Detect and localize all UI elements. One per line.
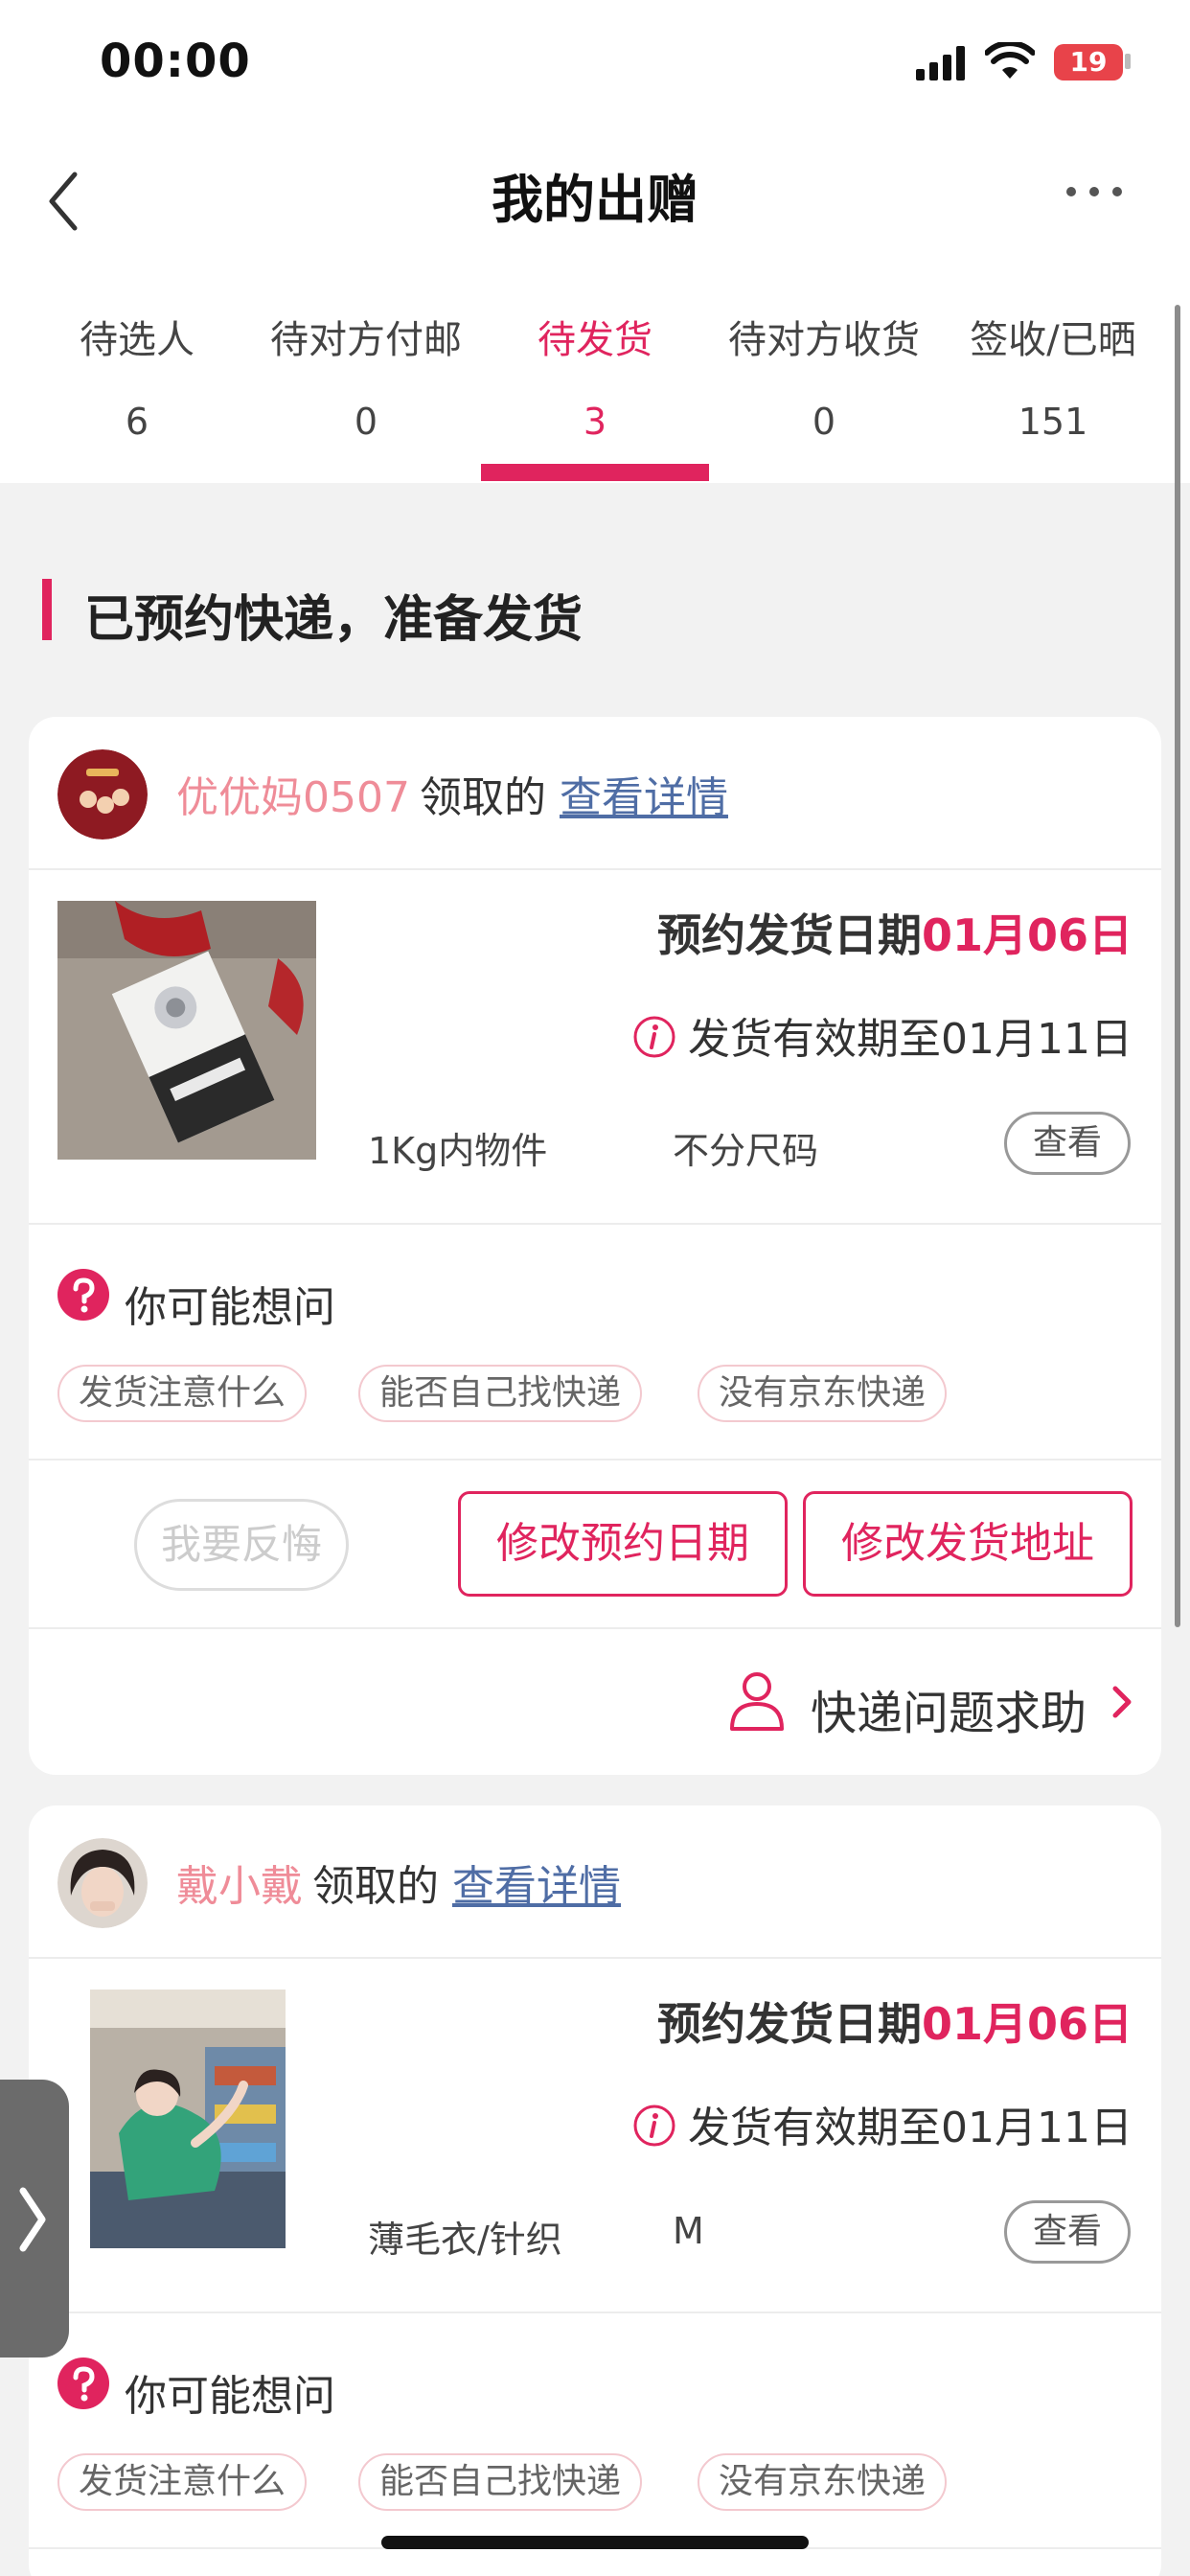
claim-info: 优优妈0507 领取的 查看详情 <box>176 763 728 824</box>
modify-address-button[interactable]: 修改发货地址 <box>803 1491 1133 1597</box>
tab-count: 0 <box>354 401 378 443</box>
order-card-body: 预约发货日期01月06日 发货有效期至01月11日 薄毛衣/针织 M 查看 <box>29 1959 1161 2313</box>
tab-label: 待选人 <box>80 318 195 362</box>
tab-pending-postage[interactable]: 待对方付邮 0 <box>252 288 480 483</box>
validity-line: 发货有效期至01月11日 <box>632 1004 1133 1066</box>
date-label: 预约发货日期 <box>656 1998 922 2050</box>
tab-count: 3 <box>583 401 607 443</box>
side-expand-handle[interactable] <box>0 2080 69 2358</box>
item-image[interactable] <box>90 1990 286 2248</box>
shipping-help-row[interactable]: 快递问题求助 <box>29 1629 1161 1771</box>
view-details-link[interactable]: 查看详情 <box>452 1862 621 1911</box>
claimer-name[interactable]: 戴小戴 <box>176 1862 303 1911</box>
view-details-link[interactable]: 查看详情 <box>560 773 728 822</box>
regret-button[interactable]: 我要反悔 <box>134 1499 349 1591</box>
tab-received[interactable]: 签收/已晒 151 <box>939 288 1167 483</box>
tab-count: 151 <box>1018 401 1088 443</box>
view-button[interactable]: 查看 <box>1004 1112 1131 1175</box>
faq-section: 你可能想问 发货注意什么 能否自己找快递 没有京东快递 <box>29 2313 1161 2549</box>
claimed-suffix: 领取的 <box>312 1862 439 1911</box>
avatar[interactable] <box>57 1838 148 1928</box>
tab-count: 6 <box>125 401 149 443</box>
faq-chip[interactable]: 没有京东快递 <box>698 2453 948 2511</box>
battery-tip <box>1125 54 1131 69</box>
faq-title: 你可能想问 <box>125 2372 335 2421</box>
faq-chip[interactable]: 能否自己找快递 <box>358 1365 643 1422</box>
order-card: 戴小戴 领取的 查看详情 预约发货日期01月06日 发货有效期至01月11日 薄… <box>29 1806 1161 2576</box>
section-accent-bar <box>42 579 52 640</box>
view-button[interactable]: 查看 <box>1004 2200 1131 2264</box>
item-size: 不分尺码 <box>673 1130 819 1172</box>
status-bar: 00:00 19 <box>0 0 1190 134</box>
info-icon <box>633 1016 675 1058</box>
scheduled-ship-date: 预约发货日期01月06日 <box>657 1990 1133 2053</box>
order-card-header: 优优妈0507 领取的 查看详情 <box>29 717 1161 870</box>
status-tabs: 待选人 6 待对方付邮 0 待发货 3 待对方收货 0 签收/已晒 151 <box>0 288 1190 483</box>
order-actions: 我要反悔 修改预约日期 修改发货地址 <box>29 1460 1161 1629</box>
status-time: 00:00 <box>100 34 251 88</box>
faq-chip[interactable]: 没有京东快递 <box>698 1365 948 1422</box>
help-label: 快递问题求助 <box>811 1687 1087 1740</box>
validity-text: 发货有效期至01月11日 <box>688 2104 1133 2152</box>
item-image[interactable] <box>57 901 316 1160</box>
item-category: 1Kg内物件 <box>368 1130 548 1172</box>
tab-pending-selection[interactable]: 待选人 6 <box>23 288 251 483</box>
order-card-body: 预约发货日期01月06日 发货有效期至01月11日 1Kg内物件 不分尺码 查看 <box>29 870 1161 1225</box>
faq-chip[interactable]: 能否自己找快递 <box>358 2453 643 2511</box>
person-icon <box>730 1672 784 1731</box>
date-value: 01月06日 <box>921 909 1133 961</box>
active-tab-indicator <box>481 464 709 481</box>
item-size: M <box>673 2210 704 2252</box>
question-icon <box>57 2358 109 2409</box>
question-icon <box>57 1269 109 1321</box>
home-indicator[interactable] <box>381 2536 809 2549</box>
item-category: 薄毛衣/针织 <box>368 2219 562 2261</box>
wifi-icon <box>985 42 1035 79</box>
validity-text: 发货有效期至01月11日 <box>688 1015 1133 1064</box>
claimed-suffix: 领取的 <box>419 773 546 822</box>
claimer-name[interactable]: 优优妈0507 <box>176 773 410 822</box>
tab-pending-receipt[interactable]: 待对方收货 0 <box>710 288 938 483</box>
order-card: 优优妈0507 领取的 查看详情 预约发货日期01月06日 发货有效期至01月1… <box>29 717 1161 1775</box>
tab-label: 待对方付邮 <box>270 318 462 362</box>
faq-chip[interactable]: 发货注意什么 <box>57 2453 308 2511</box>
modify-date-button[interactable]: 修改预约日期 <box>458 1491 788 1597</box>
battery-icon: 19 <box>1054 44 1123 80</box>
date-label: 预约发货日期 <box>656 909 922 961</box>
tab-label: 待发货 <box>538 318 652 362</box>
side-expand-icon <box>19 2187 46 2252</box>
page-title: 我的出赠 <box>492 170 698 230</box>
faq-chip[interactable]: 发货注意什么 <box>57 1365 308 1422</box>
more-icon[interactable] <box>1064 180 1125 203</box>
section-title: 已预约快递，准备发货 <box>84 591 584 649</box>
claim-info: 戴小戴 领取的 查看详情 <box>176 1852 621 1913</box>
faq-section: 你可能想问 发货注意什么 能否自己找快递 没有京东快递 <box>29 1225 1161 1460</box>
scrollbar[interactable] <box>1175 305 1180 1627</box>
tab-label: 待对方收货 <box>728 318 920 362</box>
order-card-header: 戴小戴 领取的 查看详情 <box>29 1806 1161 1959</box>
info-icon <box>633 2104 675 2147</box>
nav-bar: 我的出赠 <box>0 134 1190 288</box>
faq-title: 你可能想问 <box>125 1283 335 1332</box>
tab-label: 签收/已晒 <box>970 318 1136 362</box>
date-value: 01月06日 <box>921 1998 1133 2050</box>
avatar[interactable] <box>57 749 148 840</box>
chevron-right-icon <box>1112 1686 1132 1718</box>
signal-icon <box>916 46 965 80</box>
scheduled-ship-date: 预约发货日期01月06日 <box>657 901 1133 964</box>
validity-line: 发货有效期至01月11日 <box>632 2093 1133 2154</box>
tab-pending-shipment[interactable]: 待发货 3 <box>481 288 709 483</box>
tab-count: 0 <box>812 401 836 443</box>
